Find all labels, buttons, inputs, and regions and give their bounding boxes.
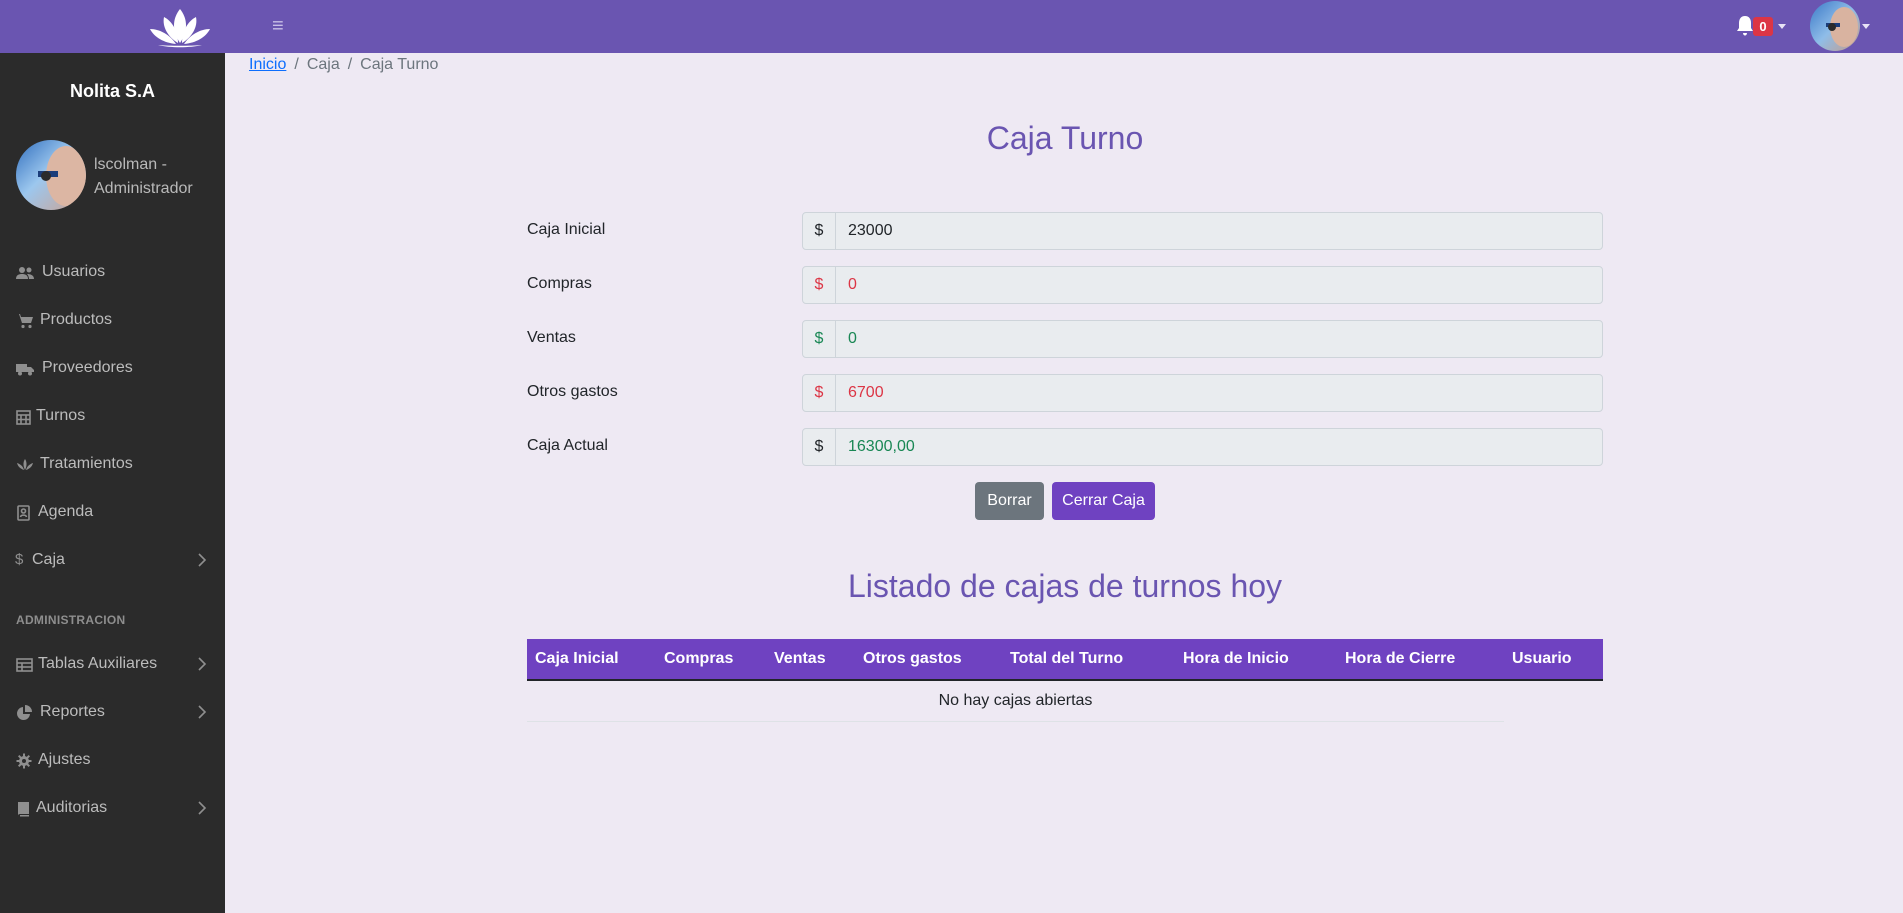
user-dropdown-caret-icon[interactable] <box>1862 24 1870 29</box>
column-header[interactable]: Compras <box>664 650 733 668</box>
sidebar-item-label: Turnos <box>36 407 86 424</box>
currency-addon: $ <box>802 428 836 466</box>
ventas-label: Ventas <box>527 329 576 346</box>
sidebar-item-productos[interactable]: Productos <box>0 301 225 341</box>
caja-inicial-field[interactable]: 23000 <box>835 212 1603 250</box>
cerrar-caja-button[interactable]: Cerrar Caja <box>1052 482 1155 520</box>
truck-icon <box>16 364 34 376</box>
user-avatar[interactable] <box>1810 1 1860 51</box>
sidebar-item-label: Productos <box>40 311 113 328</box>
breadcrumb-separator: / <box>347 56 353 73</box>
top-navbar: ≡ 0 <box>0 0 1903 53</box>
compras-field[interactable]: 0 <box>835 266 1603 304</box>
gear-icon <box>16 753 32 769</box>
otros-gastos-row: Otros gastos $ 6700 <box>527 374 1603 412</box>
compras-input-group: $ 0 <box>802 266 1603 304</box>
breadcrumb-current: Caja Turno <box>360 56 439 73</box>
company-name: Nolita S.A <box>69 81 155 101</box>
sidebar: Nolita S.A lscolman - Administrador Usua… <box>0 53 225 913</box>
sidebar-item-caja[interactable]: $ Caja <box>0 541 225 581</box>
chevron-right-icon <box>198 801 207 815</box>
compras-row: Compras $ 0 <box>527 266 1603 304</box>
sidebar-user-name: lscolman - Administrador <box>94 156 193 197</box>
notifications-dropdown-caret-icon[interactable] <box>1778 24 1786 29</box>
table-icon <box>16 658 33 672</box>
currency-addon: $ <box>802 374 836 412</box>
breadcrumb-home-link[interactable]: Inicio <box>249 56 286 73</box>
caja-inicial-row: Caja Inicial $ 23000 <box>527 212 1603 250</box>
sidebar-item-label: Usuarios <box>42 263 106 280</box>
column-header[interactable]: Caja Inicial <box>535 650 619 668</box>
lotus-logo-icon[interactable] <box>148 5 212 49</box>
users-icon <box>16 267 34 279</box>
currency-addon: $ <box>802 320 836 358</box>
sidebar-avatar <box>16 140 86 210</box>
column-header[interactable]: Hora de Inicio <box>1183 650 1289 668</box>
compras-label: Compras <box>527 275 592 292</box>
table-empty-message: No hay cajas abiertas <box>527 681 1504 722</box>
pie-chart-icon <box>17 705 32 720</box>
sidebar-item-ajustes[interactable]: Ajustes <box>0 741 225 781</box>
column-header[interactable]: Hora de Cierre <box>1345 650 1455 668</box>
chevron-right-icon <box>198 705 207 719</box>
page-title: Caja Turno <box>986 120 1144 156</box>
sidebar-item-auditorias[interactable]: Auditorias <box>0 789 225 829</box>
sidebar-item-label: Agenda <box>38 503 94 520</box>
sidebar-item-label: Tratamientos <box>40 455 133 472</box>
chevron-right-icon <box>198 657 207 671</box>
sidebar-item-label: Ajustes <box>38 751 91 768</box>
menu-toggle-icon[interactable]: ≡ <box>272 13 292 39</box>
sidebar-item-proveedores[interactable]: Proveedores <box>0 349 225 389</box>
chevron-right-icon <box>198 553 207 567</box>
otros-gastos-field[interactable]: 6700 <box>835 374 1603 412</box>
bell-icon[interactable] <box>1735 15 1755 37</box>
sidebar-section-label: ADMINISTRACION <box>16 613 126 627</box>
sidebar-item-label: Tablas Auxiliares <box>38 655 158 672</box>
list-title: Listado de cajas de turnos hoy <box>847 568 1283 604</box>
notification-count-badge: 0 <box>1753 17 1773 36</box>
calendar-icon <box>16 410 31 425</box>
sidebar-item-tratamientos[interactable]: Tratamientos <box>0 445 225 485</box>
breadcrumb-caja: Caja <box>306 56 340 73</box>
sidebar-item-label: Caja <box>32 551 65 568</box>
sidebar-item-reportes[interactable]: Reportes <box>0 693 225 733</box>
breadcrumb: Inicio / Caja / Caja Turno <box>249 56 438 74</box>
breadcrumb-separator: / <box>294 56 299 73</box>
column-header[interactable]: Usuario <box>1512 650 1572 668</box>
cart-icon <box>16 314 33 329</box>
otros-gastos-input-group: $ 6700 <box>802 374 1603 412</box>
caja-actual-label: Caja Actual <box>527 437 608 454</box>
currency-addon: $ <box>802 212 836 250</box>
sidebar-item-label: Proveedores <box>42 359 133 376</box>
dollar-icon: $ <box>15 551 24 568</box>
caja-inicial-input-group: $ 23000 <box>802 212 1603 250</box>
caja-actual-row: Caja Actual $ 16300,00 <box>527 428 1603 466</box>
sidebar-item-usuarios[interactable]: Usuarios <box>0 253 225 293</box>
sidebar-item-label: Reportes <box>40 703 105 720</box>
caja-actual-input-group: $ 16300,00 <box>802 428 1603 466</box>
spa-icon <box>17 459 33 470</box>
table-header: Caja Inicial Compras Ventas Otros gastos… <box>527 639 1603 681</box>
ventas-field[interactable]: 0 <box>835 320 1603 358</box>
ventas-row: Ventas $ 0 <box>527 320 1603 358</box>
book-icon <box>18 802 29 817</box>
caja-actual-field[interactable]: 16300,00 <box>835 428 1603 466</box>
column-header[interactable]: Ventas <box>774 650 826 668</box>
sidebar-item-tablas-auxiliares[interactable]: Tablas Auxiliares <box>0 645 225 685</box>
otros-gastos-label: Otros gastos <box>527 383 618 400</box>
column-header[interactable]: Otros gastos <box>863 650 962 668</box>
ventas-input-group: $ 0 <box>802 320 1603 358</box>
borrar-button[interactable]: Borrar <box>975 482 1044 520</box>
sidebar-item-turnos[interactable]: Turnos <box>0 397 225 437</box>
caja-inicial-label: Caja Inicial <box>527 221 606 238</box>
sidebar-item-label: Auditorias <box>36 799 108 816</box>
sidebar-item-agenda[interactable]: Agenda <box>0 493 225 533</box>
address-book-icon <box>17 505 30 521</box>
column-header[interactable]: Total del Turno <box>1010 650 1123 668</box>
currency-addon: $ <box>802 266 836 304</box>
